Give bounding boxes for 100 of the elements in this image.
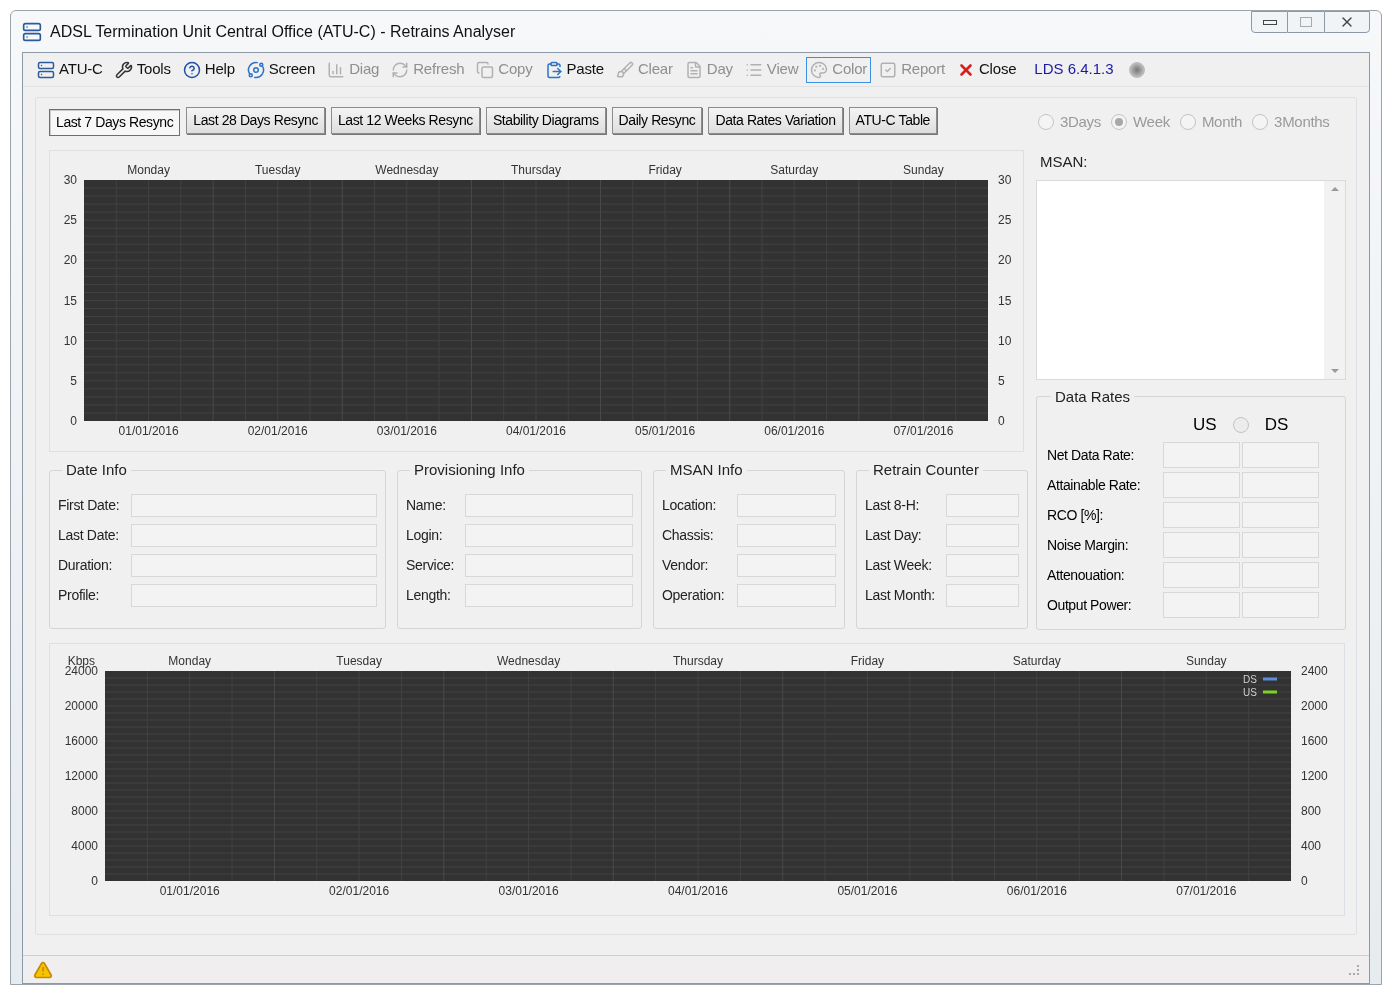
radio-label: 3Days [1060,111,1102,132]
text-field[interactable] [737,523,836,547]
radio-button[interactable] [1252,114,1269,130]
text-field[interactable] [946,553,1019,577]
field-label: Location: [662,495,718,515]
axis-tick-label: 30 [998,173,1012,187]
text-field[interactable] [465,583,633,607]
day-label: Sunday [903,163,944,177]
date-label: 04/01/2016 [667,883,729,898]
minimize-icon [1262,19,1277,25]
text-field[interactable] [465,523,633,547]
text-field[interactable] [1242,562,1319,588]
tab-button[interactable]: Data Rates Variation [708,107,843,134]
axis-tick-label: 1200 [1301,768,1328,783]
radio-button[interactable] [1038,114,1054,130]
text-field[interactable] [1163,502,1240,528]
text-field[interactable] [1163,442,1240,468]
text-field[interactable] [1163,532,1240,558]
text-field[interactable] [737,493,836,517]
text-field[interactable] [946,583,1019,607]
app-icon [22,21,42,42]
msan-list[interactable] [1036,179,1346,380]
radio-button[interactable] [1111,114,1128,130]
tab-button[interactable]: ATU-C Table [848,107,937,134]
axis-tick-label: 2000 [1301,698,1328,713]
text-field[interactable] [1242,502,1319,528]
radio-button[interactable] [1232,417,1249,433]
toolbar-button[interactable]: ATU-C [33,56,107,83]
day-label: Saturday [1012,653,1061,668]
scroll-up-icon [1330,186,1339,191]
axis-tick-label: 20 [998,253,1012,268]
text-field[interactable] [737,553,836,577]
group-title: Provisioning Info [413,460,526,480]
toolbar-button[interactable]: Help [178,56,239,83]
radio-button[interactable] [1179,114,1196,130]
toolbar-button[interactable]: Paste [540,56,608,83]
text-field[interactable] [946,493,1019,517]
text-field[interactable] [1242,442,1319,468]
field-label: Length: [406,585,452,605]
day-label: Saturday [770,163,819,177]
text-field[interactable] [1163,562,1240,588]
axis-tick-label: 0 [70,414,77,428]
bar-chart-icon [327,60,346,79]
date-label: 01/01/2016 [159,883,220,898]
day-label: Thursday [673,653,723,668]
text-field[interactable] [1242,472,1319,498]
field-label: Noise Margin: [1047,535,1130,555]
text-field[interactable] [737,583,836,607]
field-label: Duration: [58,555,114,575]
text-field[interactable] [1242,532,1319,558]
field-label: Last Day: [865,525,923,545]
field-label: Vendor: [662,555,710,575]
toolbar-button[interactable]: Screen [242,56,320,83]
text-field[interactable] [131,553,377,577]
date-label: 03/01/2016 [376,424,437,438]
date-label: 03/01/2016 [498,883,559,898]
scrollbar[interactable] [1324,180,1345,379]
date-label: 05/01/2016 [635,424,696,438]
text-field[interactable] [465,493,633,517]
tab-button[interactable]: Stability Diagrams [485,107,606,134]
field-label: First Date: [58,495,121,515]
axis-tick-label: 4000 [71,838,98,853]
tab-button[interactable]: Last 7 Days Resync [49,109,181,136]
axis-tick-label: 16000 [64,733,98,748]
field-label: Output Power: [1047,595,1133,615]
day-label: Thursday [511,163,561,177]
text-field[interactable] [131,523,377,547]
field-label: Last Week: [865,555,933,575]
text-field[interactable] [1163,592,1240,618]
tab-button[interactable]: Last 12 Weeks Resync [331,107,480,134]
field-label: Last 8-H: [865,495,921,515]
toolbar-button[interactable]: Close [953,56,1021,83]
text-field[interactable] [1163,472,1240,498]
legend-label: US [1243,686,1257,698]
toolbar-button[interactable]: Tools [110,56,175,83]
tab-button[interactable]: Last 28 Days Resync [186,107,325,134]
column-label: DS [1264,414,1289,437]
field-label: Net Data Rate: [1047,445,1135,465]
axis-tick-label: 20 [63,253,77,268]
close-button[interactable] [1324,11,1370,33]
text-field[interactable] [946,523,1019,547]
text-field[interactable] [465,553,633,577]
tab-button[interactable]: Daily Resync [611,107,703,134]
radio-label: Month [1201,111,1243,132]
swirl-icon [246,60,265,79]
day-label: Tuesday [254,163,301,177]
warning-icon [33,959,53,980]
axis-tick-label: 10 [998,333,1012,348]
text-field[interactable] [1242,592,1319,618]
axis-tick-label: 15 [998,293,1012,308]
axis-tick-label: 30 [63,173,77,187]
axis-tick-label: 0 [998,414,1005,428]
axis-tick-label: 400 [1301,838,1322,853]
group-title: Date Info [65,460,128,480]
text-field[interactable] [131,583,377,607]
text-field[interactable] [131,493,377,517]
axis-tick-label: 0 [1301,873,1308,888]
copy-icon [476,60,495,79]
field-label: Last Date: [58,525,120,545]
minimize-button[interactable] [1251,11,1288,33]
